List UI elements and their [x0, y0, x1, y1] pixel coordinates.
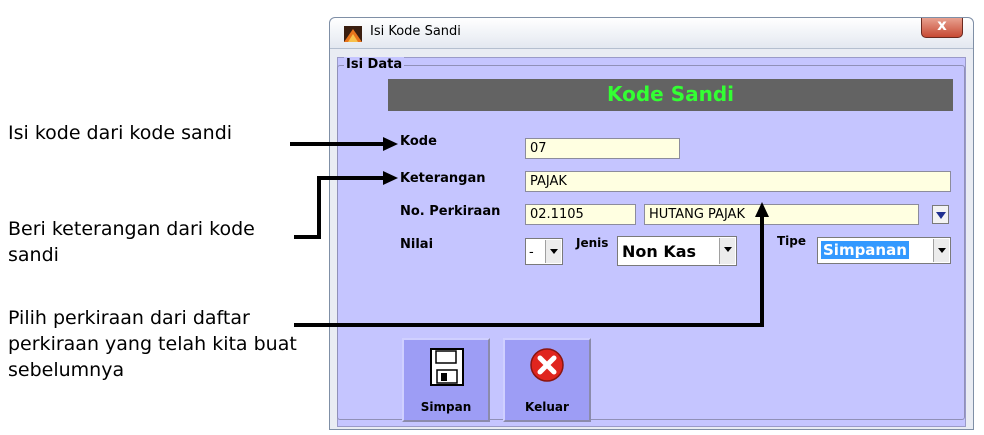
arrow-icon — [383, 137, 398, 151]
arrow-keterangan-line — [294, 176, 385, 239]
arrow-icon — [755, 202, 769, 217]
arrow-icon — [383, 171, 398, 185]
arrow-perkiraan-line — [294, 215, 764, 327]
annotation-arrows — [290, 137, 769, 327]
